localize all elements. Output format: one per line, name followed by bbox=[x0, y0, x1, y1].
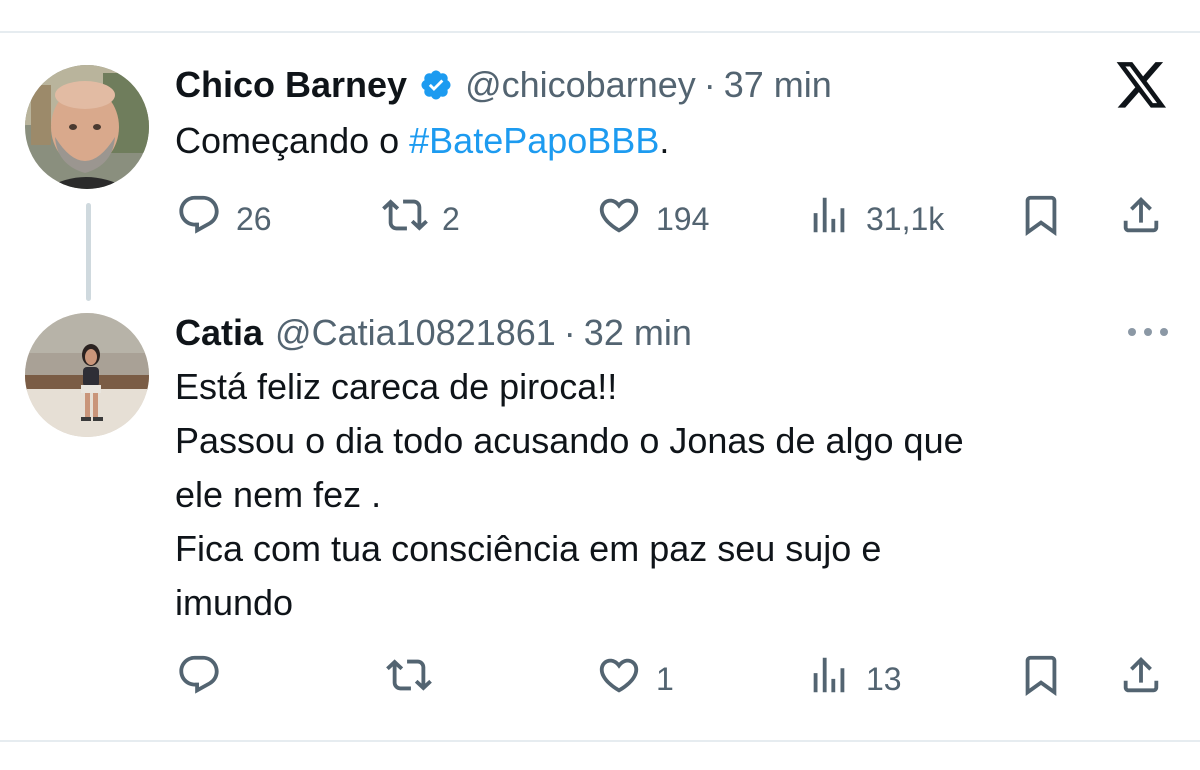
retweet-count: 2 bbox=[442, 200, 460, 237]
tweet-1-text: Começando o #BatePapoBBB. bbox=[175, 114, 1175, 168]
analytics-icon bbox=[806, 652, 852, 706]
reply-button[interactable] bbox=[176, 652, 236, 706]
verified-badge-icon bbox=[419, 68, 453, 102]
like-button[interactable]: 194 bbox=[596, 192, 709, 246]
tweet-text-prefix: Começando o bbox=[175, 120, 410, 161]
retweet-button[interactable]: 2 bbox=[382, 192, 460, 246]
views-count: 31,1k bbox=[866, 200, 945, 237]
bookmark-button[interactable] bbox=[1018, 652, 1064, 706]
author-name[interactable]: Chico Barney bbox=[175, 64, 407, 106]
separator-dot: · bbox=[563, 312, 576, 353]
bottom-divider bbox=[0, 740, 1200, 742]
top-divider bbox=[0, 31, 1200, 33]
bookmark-icon bbox=[1018, 652, 1064, 706]
share-button[interactable] bbox=[1118, 652, 1164, 706]
like-count: 1 bbox=[656, 660, 674, 697]
timestamp[interactable]: 37 min bbox=[724, 64, 832, 106]
like-count: 194 bbox=[656, 200, 710, 237]
reply-icon bbox=[176, 192, 222, 246]
bookmark-icon bbox=[1018, 192, 1064, 246]
x-logo-icon[interactable] bbox=[1116, 62, 1168, 115]
share-icon bbox=[1118, 652, 1164, 706]
timestamp[interactable]: 32 min bbox=[584, 312, 692, 354]
heart-icon bbox=[596, 192, 642, 246]
bookmark-button[interactable] bbox=[1018, 192, 1064, 246]
author-name[interactable]: Catia bbox=[175, 312, 263, 354]
avatar-catia[interactable] bbox=[25, 313, 149, 437]
views-count: 13 bbox=[866, 660, 902, 697]
like-button[interactable]: 1 bbox=[596, 652, 674, 706]
views-button[interactable]: 31,1k bbox=[806, 192, 944, 246]
separator-dot: · bbox=[703, 64, 716, 105]
tweet-2-text: Está feliz careca de piroca!! Passou o d… bbox=[175, 366, 964, 623]
author-handle[interactable]: @Catia10821861 bbox=[275, 312, 556, 354]
analytics-icon bbox=[806, 192, 852, 246]
reply-icon bbox=[176, 652, 222, 706]
retweet-icon bbox=[386, 652, 432, 706]
retweet-button[interactable] bbox=[386, 652, 446, 706]
thread-connector-line bbox=[86, 203, 91, 301]
tweet-text-suffix: . bbox=[659, 120, 670, 161]
avatar-chico-barney[interactable] bbox=[25, 65, 149, 189]
heart-icon bbox=[596, 652, 642, 706]
tweet-2-header: Catia @Catia10821861 · 32 min bbox=[175, 311, 692, 355]
retweet-icon bbox=[382, 192, 428, 246]
more-options-icon[interactable] bbox=[1126, 320, 1170, 349]
share-button[interactable] bbox=[1118, 192, 1164, 246]
share-icon bbox=[1118, 192, 1164, 246]
reply-button[interactable]: 26 bbox=[176, 192, 272, 246]
reply-count: 26 bbox=[236, 200, 272, 237]
author-handle[interactable]: @chicobarney bbox=[465, 64, 696, 106]
hashtag-link[interactable]: #BatePapoBBB bbox=[409, 120, 659, 161]
views-button[interactable]: 13 bbox=[806, 652, 902, 706]
tweet-1-header: Chico Barney @chicobarney · 37 min bbox=[175, 63, 832, 107]
